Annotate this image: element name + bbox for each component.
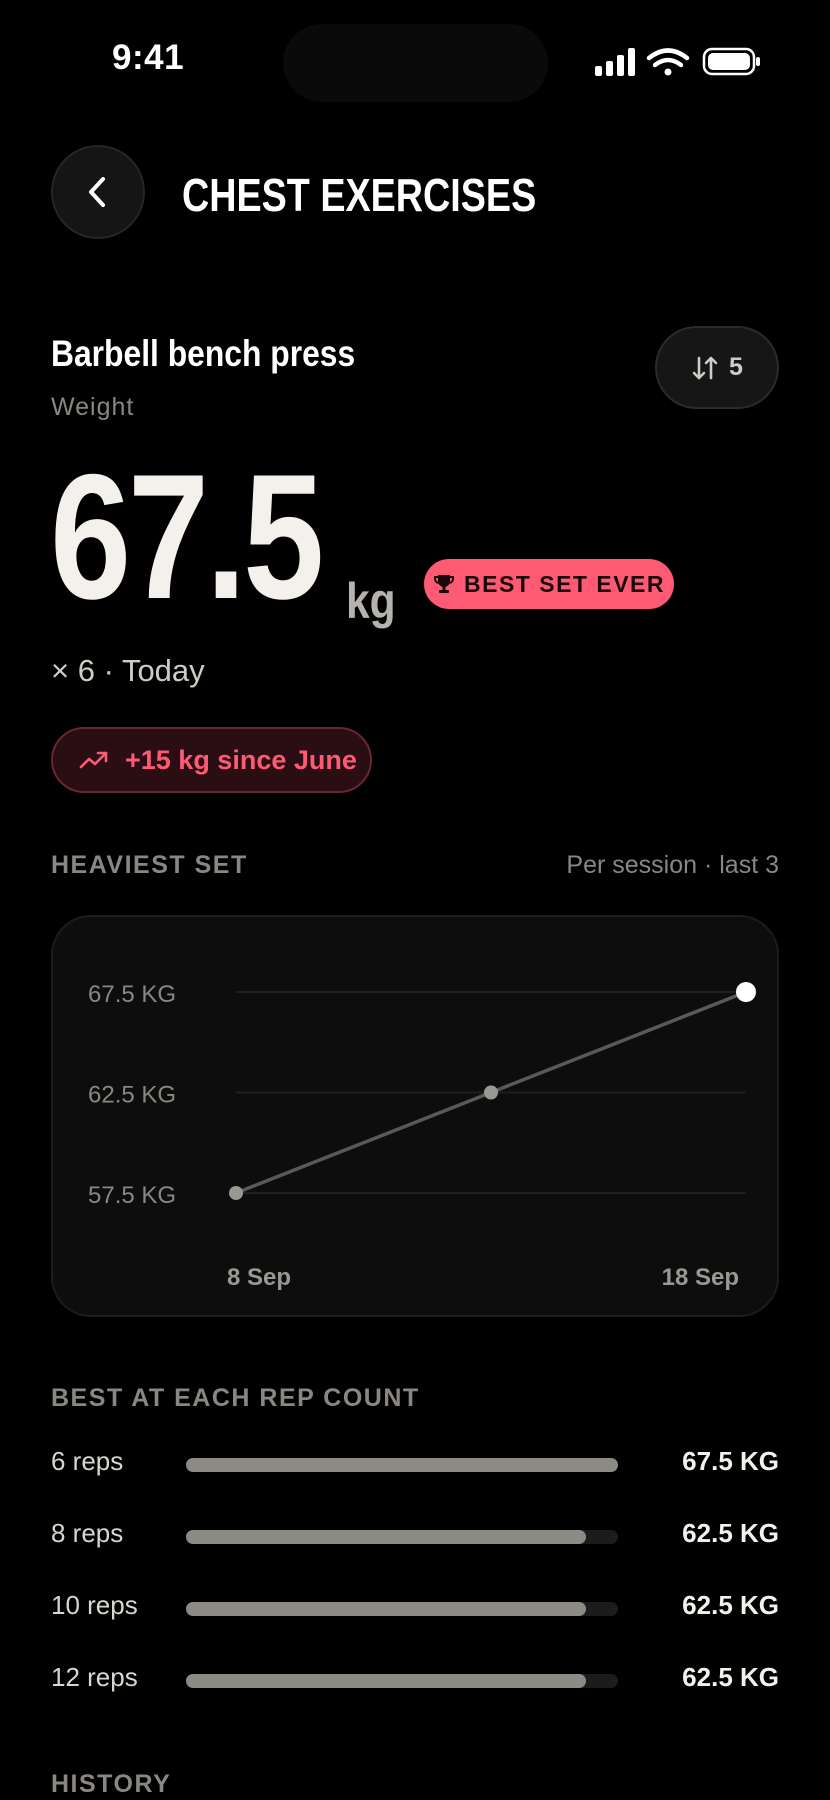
best-set-badge-label: BEST SET EVER (464, 570, 665, 597)
data-point (736, 982, 756, 1002)
data-point (484, 1085, 498, 1100)
rep-bar-track (186, 1602, 618, 1616)
sort-count: 5 (729, 353, 743, 381)
rep-value: 62.5 KG (682, 1662, 779, 1692)
rep-row: 8 reps 62.5 KG (51, 1516, 779, 1556)
rep-bar-track (186, 1458, 618, 1472)
x-tick-label: 18 Sep (662, 1264, 739, 1291)
rep-bar-fill (186, 1458, 618, 1472)
page-title: CHEST EXERCISES (182, 169, 537, 221)
best-set-badge: BEST SET EVER (424, 559, 674, 609)
progress-chip: +15 kg since June (51, 727, 372, 793)
rep-label: 10 reps (51, 1590, 138, 1620)
rep-bar-track (186, 1530, 618, 1544)
best-weight-value: 67.5 (50, 437, 324, 636)
heaviest-set-chart: 67.5 KG 62.5 KG 57.5 KG 8 Sep 18 Sep (51, 915, 779, 1317)
sort-arrows-icon (692, 356, 718, 379)
heaviest-set-note: Per session · last 3 (566, 851, 779, 879)
rep-bar-fill (186, 1530, 587, 1544)
y-tick-label: 57.5 KG (88, 1182, 176, 1209)
signal-icon (595, 48, 635, 76)
back-button[interactable] (51, 145, 145, 239)
rep-row: 6 reps 67.5 KG (51, 1444, 779, 1484)
rep-bar-track (186, 1674, 618, 1688)
weight-unit: kg (346, 573, 396, 629)
battery-icon (702, 47, 760, 76)
line-chart: 67.5 KG 62.5 KG 57.5 KG 8 Sep 18 Sep (88, 981, 756, 1291)
rep-value: 62.5 KG (682, 1590, 779, 1620)
rep-best-title: BEST AT EACH REP COUNT (51, 1384, 420, 1412)
rep-label: 6 reps (51, 1446, 124, 1476)
sort-button[interactable]: 5 (655, 326, 779, 409)
rep-bar-fill (186, 1674, 587, 1688)
rep-label: 12 reps (51, 1662, 138, 1692)
rep-row: 10 reps 62.5 KG (51, 1588, 779, 1628)
x-tick-label: 8 Sep (227, 1264, 291, 1291)
status-icons (595, 46, 763, 85)
data-point (229, 1186, 243, 1200)
metric-label: Weight (51, 393, 135, 421)
set-meta: × 6 · Today (51, 653, 205, 688)
rep-row: 12 reps 62.5 KG (51, 1660, 779, 1700)
progress-chip-label: +15 kg since June (125, 744, 357, 775)
dynamic-island (283, 24, 548, 102)
rep-value: 62.5 KG (682, 1518, 779, 1548)
y-tick-label: 67.5 KG (88, 981, 176, 1008)
y-tick-label: 62.5 KG (88, 1082, 176, 1109)
exercise-name: Barbell bench press (51, 333, 356, 374)
history-title: HISTORY (51, 1770, 172, 1798)
rep-bar-fill (186, 1602, 587, 1616)
trophy-icon (434, 575, 454, 593)
wifi-icon (646, 48, 690, 76)
chevron-left-icon (89, 177, 105, 207)
trending-up-icon (79, 751, 108, 769)
status-time: 9:41 (112, 38, 185, 77)
rep-label: 8 reps (51, 1518, 124, 1548)
rep-value: 67.5 KG (682, 1446, 779, 1476)
heaviest-set-title: HEAVIEST SET (51, 851, 248, 879)
